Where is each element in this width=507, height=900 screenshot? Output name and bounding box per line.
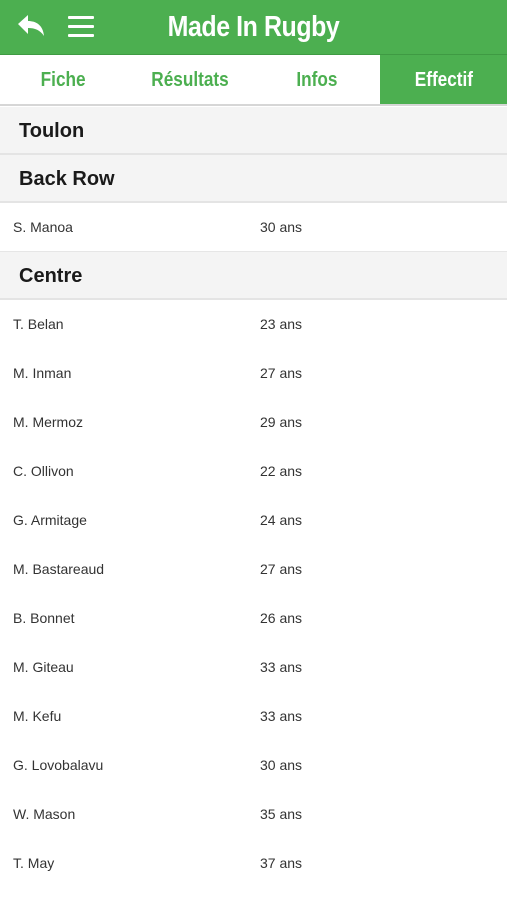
player-name: C. Ollivon xyxy=(13,463,74,479)
tab-fiche[interactable]: Fiche xyxy=(0,55,127,104)
position-header: Back Row xyxy=(0,155,507,203)
player-age: 37 ans xyxy=(260,855,303,871)
player-row[interactable]: M. Bastareaud 27 ans xyxy=(0,545,507,594)
player-row[interactable]: T. Belan 23 ans xyxy=(0,300,507,349)
player-age: 26 ans xyxy=(260,610,303,626)
player-name: B. Bonnet xyxy=(13,610,75,626)
player-row[interactable]: M. Inman 27 ans xyxy=(0,349,507,398)
player-age: 27 ans xyxy=(260,561,303,577)
player-row[interactable]: W. Mason 35 ans xyxy=(0,790,507,839)
player-name: T. May xyxy=(13,855,55,871)
player-name: M. Kefu xyxy=(13,708,62,724)
player-age: 35 ans xyxy=(260,806,303,822)
roster-list: Toulon Back Row S. Manoa 30 ans Centre T… xyxy=(0,107,507,888)
player-name: G. Lovobalavu xyxy=(13,757,104,773)
player-age: 33 ans xyxy=(260,659,303,675)
player-name: S. Manoa xyxy=(13,219,73,235)
player-row[interactable]: G. Armitage 24 ans xyxy=(0,496,507,545)
player-age: 30 ans xyxy=(260,757,303,773)
menu-button[interactable] xyxy=(64,12,98,42)
player-name: T. Belan xyxy=(13,316,64,332)
player-name: M. Bastareaud xyxy=(13,561,105,577)
hamburger-menu-icon xyxy=(68,16,94,19)
back-arrow-icon xyxy=(18,15,44,36)
tab-resultats[interactable]: Résultats xyxy=(127,55,254,104)
player-row[interactable]: G. Lovobalavu 30 ans xyxy=(0,741,507,790)
player-row[interactable]: M. Giteau 33 ans xyxy=(0,643,507,692)
player-name: M. Inman xyxy=(13,365,72,381)
player-age: 33 ans xyxy=(260,708,303,724)
player-row[interactable]: C. Ollivon 22 ans xyxy=(0,447,507,496)
player-row[interactable]: M. Mermoz 29 ans xyxy=(0,398,507,447)
player-name: M. Giteau xyxy=(13,659,74,675)
player-row[interactable]: S. Manoa 30 ans xyxy=(0,203,507,252)
tab-effectif[interactable]: Effectif xyxy=(380,55,507,104)
player-row[interactable]: B. Bonnet 26 ans xyxy=(0,594,507,643)
player-age: 29 ans xyxy=(260,414,303,430)
player-age: 22 ans xyxy=(260,463,303,479)
tab-infos[interactable]: Infos xyxy=(254,55,381,104)
player-age: 27 ans xyxy=(260,365,303,381)
player-row[interactable]: T. May 37 ans xyxy=(0,839,507,888)
tab-bar: Fiche Résultats Infos Effectif xyxy=(0,55,507,106)
player-name: W. Mason xyxy=(13,806,76,822)
player-age: 24 ans xyxy=(260,512,303,528)
player-name: G. Armitage xyxy=(13,512,87,528)
player-age: 23 ans xyxy=(260,316,303,332)
player-age: 30 ans xyxy=(260,219,303,235)
app-bar: Made In Rugby xyxy=(0,0,507,55)
player-name: M. Mermoz xyxy=(13,414,83,430)
back-button[interactable] xyxy=(14,12,48,42)
team-header: Toulon xyxy=(0,107,507,155)
player-row[interactable]: M. Kefu 33 ans xyxy=(0,692,507,741)
position-header: Centre xyxy=(0,252,507,300)
app-title: Made In Rugby xyxy=(167,11,340,43)
